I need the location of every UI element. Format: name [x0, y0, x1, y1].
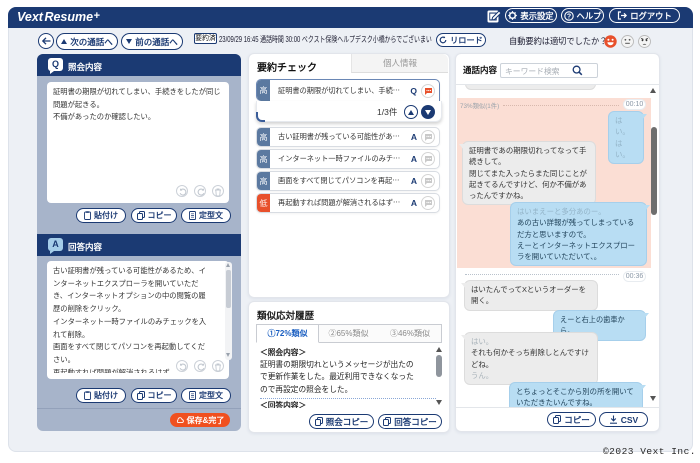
svg-text:?: ?	[566, 13, 570, 20]
